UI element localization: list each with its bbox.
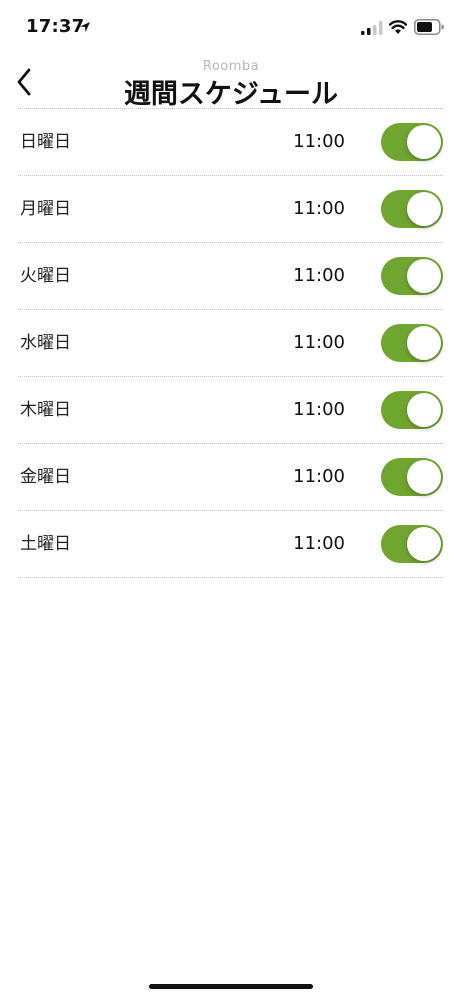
time-value[interactable]: 11:00 (293, 176, 345, 242)
schedule-row-thursday[interactable]: 木曜日 11:00 (18, 377, 443, 444)
schedule-row-monday[interactable]: 月曜日 11:00 (18, 176, 443, 243)
schedule-list: 日曜日 11:00 月曜日 11:00 火曜日 11:00 水曜日 11:00 … (18, 108, 443, 578)
schedule-row-tuesday[interactable]: 火曜日 11:00 (18, 243, 443, 310)
page-title: 週間スケジュール (123, 79, 339, 110)
wifi-icon (389, 20, 407, 34)
schedule-row-saturday[interactable]: 土曜日 11:00 (18, 511, 443, 578)
schedule-row-wednesday[interactable]: 水曜日 11:00 (18, 310, 443, 377)
toggle-knob (407, 393, 441, 427)
toggle-knob (407, 527, 441, 561)
time-value[interactable]: 11:00 (293, 109, 345, 175)
toggle-switch[interactable] (381, 324, 443, 362)
day-label: 金曜日 (20, 467, 71, 487)
time-value[interactable]: 11:00 (293, 511, 345, 577)
toggle-switch[interactable] (381, 123, 443, 161)
toggle-knob (407, 326, 441, 360)
toggle-switch[interactable] (381, 525, 443, 563)
home-indicator (149, 984, 313, 989)
location-arrow-icon (80, 22, 90, 32)
battery-icon (414, 19, 444, 35)
schedule-row-sunday[interactable]: 日曜日 11:00 (18, 109, 443, 176)
time-value[interactable]: 11:00 (293, 310, 345, 376)
time-value[interactable]: 11:00 (293, 243, 345, 309)
time-value[interactable]: 11:00 (293, 444, 345, 510)
schedule-row-friday[interactable]: 金曜日 11:00 (18, 444, 443, 511)
toggle-knob (407, 125, 441, 159)
day-label: 水曜日 (20, 333, 71, 353)
toggle-knob (407, 259, 441, 293)
day-label: 木曜日 (20, 400, 71, 420)
toggle-knob (407, 192, 441, 226)
cellular-signal-icon (361, 21, 383, 35)
day-label: 火曜日 (20, 266, 71, 286)
navigation-bar: Roomba 週間スケジュール (0, 56, 462, 110)
toggle-switch[interactable] (381, 257, 443, 295)
toggle-switch[interactable] (381, 458, 443, 496)
toggle-knob (407, 460, 441, 494)
day-label: 日曜日 (20, 132, 71, 152)
status-time: 17:37 (26, 16, 85, 37)
status-bar: 17:37 (0, 0, 462, 56)
day-label: 土曜日 (20, 534, 71, 554)
day-label: 月曜日 (20, 199, 71, 219)
time-value[interactable]: 11:00 (293, 377, 345, 443)
toggle-switch[interactable] (381, 391, 443, 429)
toggle-switch[interactable] (381, 190, 443, 228)
